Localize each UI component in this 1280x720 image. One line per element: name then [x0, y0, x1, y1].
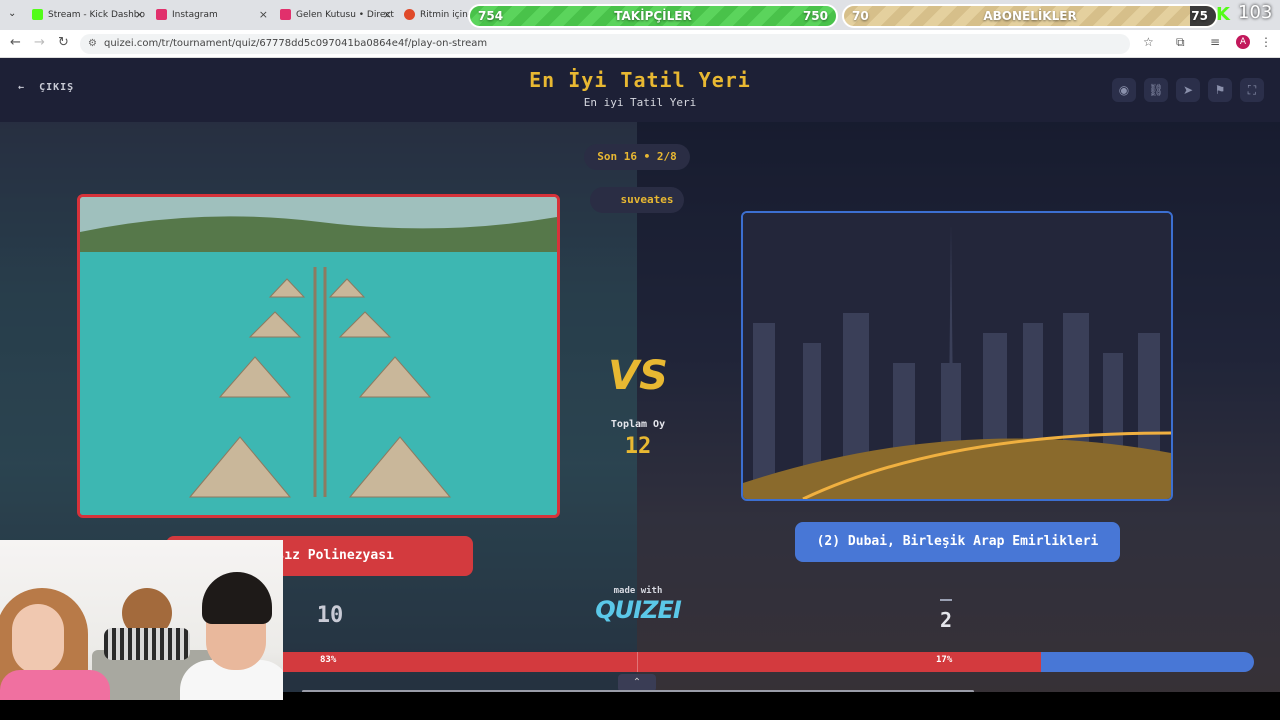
browser-tab-kick[interactable]: Stream - Kick Dashbo ×: [26, 4, 148, 26]
browser-tab-instagram[interactable]: Instagram ×: [150, 4, 272, 26]
media-icon[interactable]: ≡: [1210, 35, 1220, 49]
subs-goal: 75: [1191, 9, 1208, 23]
left-vote-percent: 83%: [320, 655, 337, 665]
bungalows-illustration: [80, 197, 557, 515]
total-votes-label: Toplam Oy: [610, 419, 666, 430]
url-field[interactable]: ⚙ quizei.com/tr/tournament/quiz/67778dd5…: [80, 34, 1130, 54]
right-vote-dash: [940, 599, 952, 601]
site-info-icon[interactable]: ⚙: [88, 34, 97, 54]
quiz-header: ← ÇIKIŞ En İyi Tatil Yeri En iyi Tatil Y…: [0, 58, 1280, 122]
tab-list-chevron-icon[interactable]: ⌄: [8, 8, 16, 19]
subs-goal-bar: 70 ABONELİKLER 75: [842, 4, 1218, 28]
streamer-1-body: [0, 670, 110, 700]
bookmark-star-icon[interactable]: ☆: [1143, 35, 1154, 49]
followers-goal-bar: 754 TAKİPÇİLER 750: [468, 4, 838, 28]
webcam-overlay: [0, 540, 283, 700]
kick-favicon-icon: [32, 9, 43, 20]
page-subtitle: En iyi Tatil Yeri: [583, 96, 697, 109]
subs-label: ABONELİKLER: [983, 9, 1077, 23]
bottom-letterbox: [0, 700, 1280, 720]
close-tab-icon[interactable]: ×: [135, 4, 144, 26]
browser-tab-ritmin[interactable]: Ritmin içinde: [398, 4, 470, 26]
profile-avatar[interactable]: A: [1236, 35, 1250, 49]
close-tab-icon[interactable]: ×: [383, 4, 392, 26]
right-vote-count: 2: [939, 608, 953, 632]
extensions-icon[interactable]: ⧉: [1176, 35, 1185, 50]
back-arrow-icon[interactable]: ←: [10, 35, 21, 50]
close-tab-icon[interactable]: ×: [259, 4, 268, 26]
page-title: En İyi Tatil Yeri: [529, 68, 751, 92]
eye-icon[interactable]: ◉: [1112, 78, 1136, 102]
viewer-count: 103: [1238, 2, 1273, 23]
made-with-label: made with: [613, 586, 663, 596]
flag-icon[interactable]: ⚑: [1208, 78, 1232, 102]
horizontal-scrollbar[interactable]: [302, 690, 974, 692]
left-vote-count: 10: [316, 603, 344, 628]
quizei-logo[interactable]: QUIZEI: [590, 596, 686, 624]
streamer-badge: suveates: [590, 187, 684, 213]
fullscreen-icon[interactable]: ⛶: [1240, 78, 1264, 102]
vs-icon: VS: [608, 353, 668, 399]
kick-logo-icon: K: [1216, 4, 1230, 25]
followers-label: TAKİPÇİLER: [614, 9, 692, 23]
followers-goal: 750: [802, 9, 828, 23]
instagram-favicon-icon: [280, 9, 291, 20]
dubai-skyline-illustration: [743, 213, 1171, 499]
reload-icon[interactable]: ↻: [58, 35, 69, 50]
teddy-bear-sweater: [104, 628, 190, 660]
streamer-1-face: [12, 604, 64, 674]
left-option-image[interactable]: [77, 194, 560, 518]
forward-arrow-icon[interactable]: →: [34, 35, 45, 50]
link-icon[interactable]: ⛓: [1144, 78, 1168, 102]
address-bar: ← → ↻ ⚙ quizei.com/tr/tournament/quiz/67…: [0, 30, 1280, 58]
right-option-button[interactable]: (2) Dubai, Birleşik Arap Emirlikleri: [795, 522, 1120, 562]
right-option-image[interactable]: [741, 211, 1173, 501]
right-vote-percent: 17%: [936, 655, 953, 665]
menu-kebab-icon[interactable]: ⋮: [1260, 35, 1272, 49]
round-badge: Son 16 • 2/8: [584, 144, 690, 170]
progress-midline: [637, 652, 638, 672]
instagram-favicon-icon: [156, 9, 167, 20]
send-icon[interactable]: ➤: [1176, 78, 1200, 102]
total-votes-value: 12: [624, 434, 652, 459]
site-favicon-icon: [404, 9, 415, 20]
browser-tab-direct[interactable]: Gelen Kutusu • Direct ×: [274, 4, 396, 26]
